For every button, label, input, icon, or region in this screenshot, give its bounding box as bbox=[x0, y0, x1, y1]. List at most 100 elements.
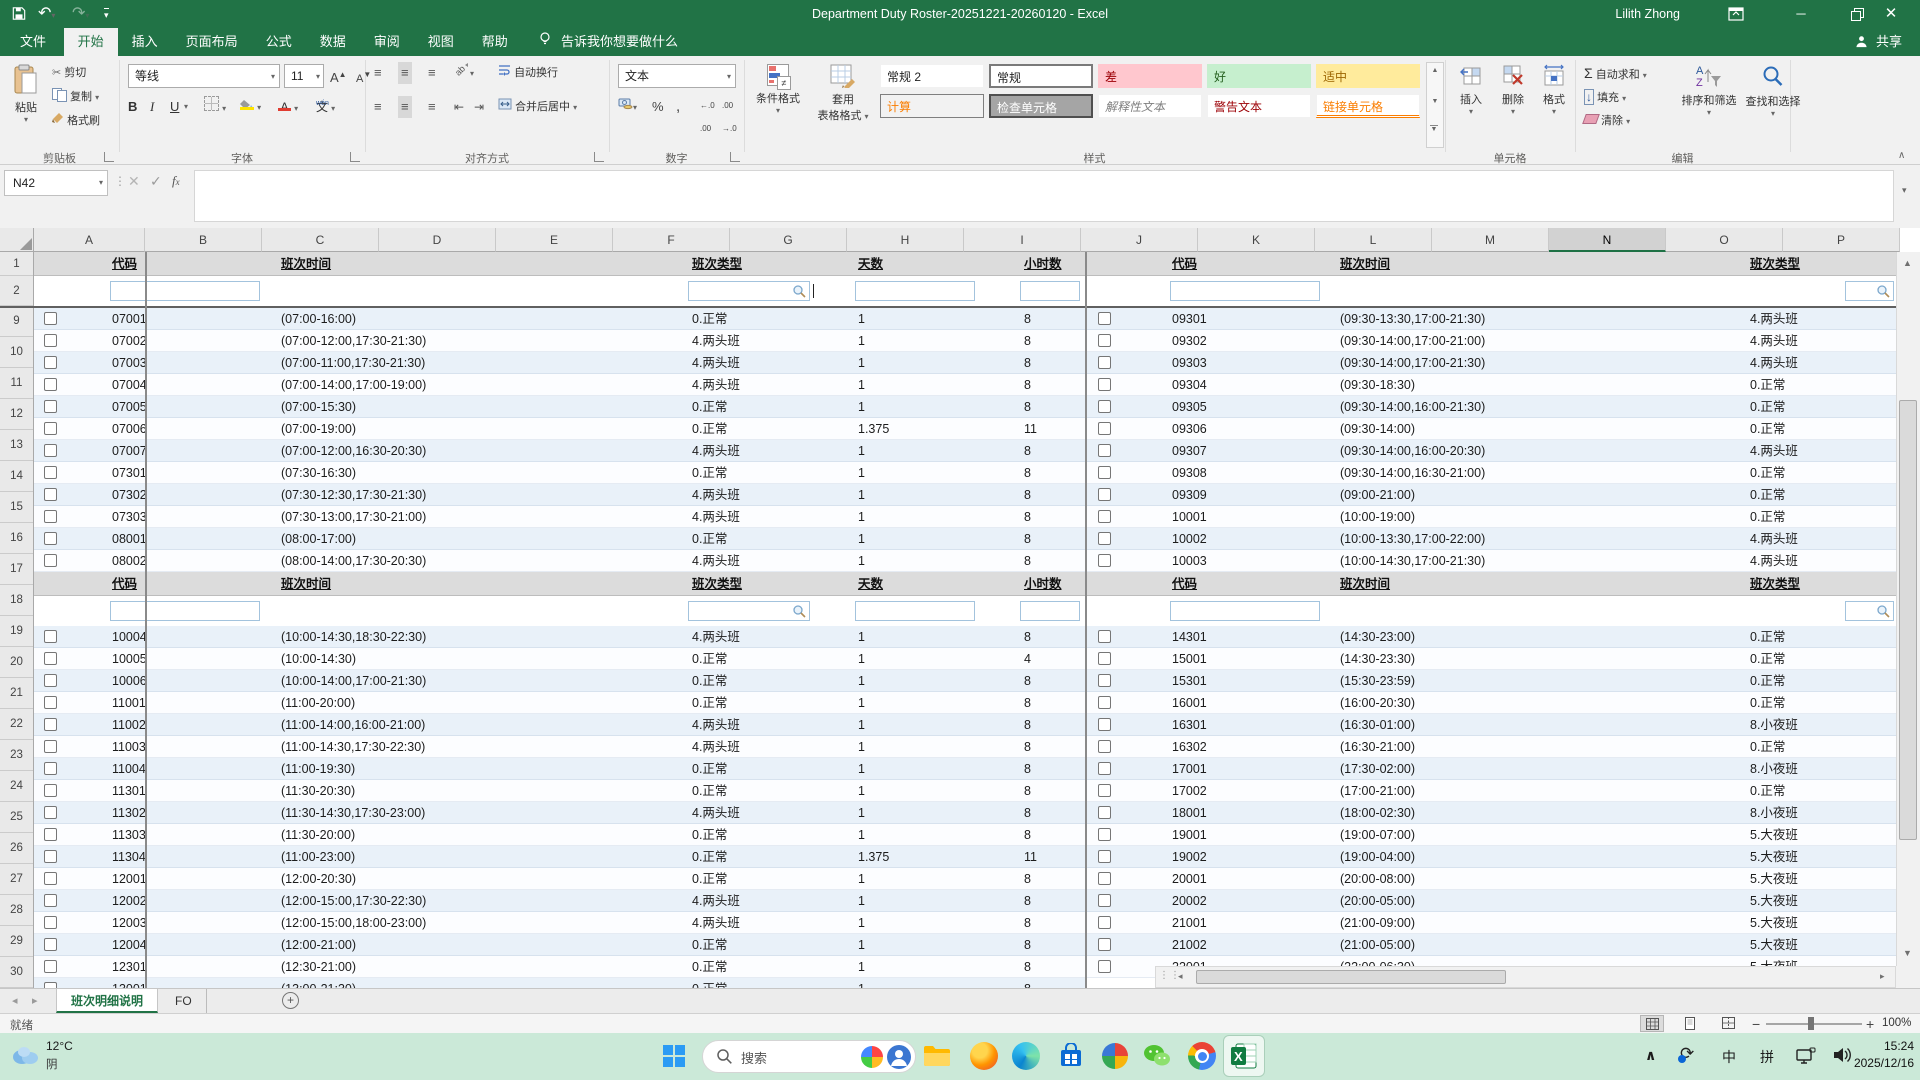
cell[interactable]: (11:00-19:30) bbox=[281, 758, 355, 780]
cell[interactable]: 11001 bbox=[112, 692, 146, 714]
cell[interactable]: (09:30-14:00,16:00-20:30) bbox=[1340, 440, 1485, 462]
cell[interactable]: 0.正常 bbox=[692, 308, 727, 330]
cell[interactable]: (10:00-19:00) bbox=[1340, 506, 1415, 528]
tray-network-icon[interactable] bbox=[1796, 1047, 1816, 1070]
conditional-formatting-button[interactable]: ≠ 条件格式▾ bbox=[750, 60, 806, 115]
cell[interactable]: (07:00-12:00,17:30-21:30) bbox=[281, 330, 426, 352]
cell[interactable]: (17:00-21:00) bbox=[1340, 780, 1415, 802]
cell[interactable]: 0.正常 bbox=[1750, 626, 1785, 648]
cell[interactable]: 07001 bbox=[112, 308, 147, 330]
align-left-button[interactable]: ≡ bbox=[374, 96, 382, 118]
cell[interactable]: 16302 bbox=[1172, 736, 1207, 758]
view-page-break-button[interactable] bbox=[1716, 1015, 1740, 1032]
row-number-12[interactable]: 12 bbox=[0, 399, 33, 430]
cell[interactable]: (07:00-15:30) bbox=[281, 396, 356, 418]
cell[interactable]: 8 bbox=[1024, 330, 1031, 352]
sheet-nav-left-icon[interactable]: ◂ bbox=[12, 994, 18, 1007]
column-header-C[interactable]: C bbox=[262, 228, 379, 252]
align-right-button[interactable]: ≡ bbox=[428, 96, 436, 118]
cell[interactable]: 12003 bbox=[112, 912, 147, 934]
cell[interactable]: 1 bbox=[858, 692, 865, 714]
cell[interactable]: (19:00-04:00) bbox=[1340, 846, 1415, 868]
row-checkbox[interactable] bbox=[1098, 696, 1111, 709]
column-header-N[interactable]: N bbox=[1549, 228, 1666, 252]
cell[interactable]: 10004 bbox=[112, 626, 147, 648]
row-checkbox[interactable] bbox=[1098, 312, 1111, 325]
close-button[interactable]: ✕ bbox=[1874, 0, 1908, 28]
cell[interactable]: 09306 bbox=[1172, 418, 1207, 440]
share-button[interactable]: 共享 bbox=[1855, 28, 1902, 56]
cell[interactable]: 15301 bbox=[1172, 670, 1207, 692]
cell[interactable]: 1 bbox=[858, 934, 865, 956]
cell[interactable]: 1 bbox=[858, 758, 865, 780]
row-checkbox[interactable] bbox=[1098, 916, 1111, 929]
style-计算[interactable]: 计算 bbox=[880, 94, 984, 118]
cell[interactable]: (12:00-15:00,17:30-22:30) bbox=[281, 890, 426, 912]
taskbar-app-edge[interactable] bbox=[1008, 1038, 1044, 1074]
row-checkbox[interactable] bbox=[44, 630, 57, 643]
restore-button[interactable] bbox=[1851, 8, 1864, 26]
tab-file[interactable]: 文件 bbox=[6, 28, 60, 56]
cell[interactable]: 07002 bbox=[112, 330, 147, 352]
borders-button[interactable]: ▾ bbox=[204, 96, 226, 118]
zoom-out-button[interactable]: − bbox=[1752, 1016, 1760, 1032]
cell[interactable]: (18:00-02:30) bbox=[1340, 802, 1415, 824]
decrease-decimal-button[interactable]: .00→.0 bbox=[722, 94, 737, 116]
row-number-26[interactable]: 26 bbox=[0, 833, 33, 864]
copy-button[interactable]: 复制 ▾ bbox=[52, 86, 99, 108]
cell[interactable]: 0.正常 bbox=[1750, 418, 1785, 440]
cell[interactable]: (11:30-14:30,17:30-23:00) bbox=[281, 802, 425, 824]
cell[interactable]: 1 bbox=[858, 626, 865, 648]
cell[interactable]: 8 bbox=[1024, 550, 1031, 572]
cell[interactable]: 1 bbox=[858, 506, 865, 528]
row-number-30[interactable]: 30 bbox=[0, 957, 33, 988]
cell[interactable]: 0.正常 bbox=[1750, 374, 1785, 396]
taskbar-search-box[interactable]: 搜索 bbox=[702, 1040, 916, 1073]
ribbon-tab-数据[interactable]: 数据 bbox=[306, 28, 360, 56]
freeze-column-split-line[interactable] bbox=[145, 252, 147, 988]
cell[interactable]: (20:00-05:00) bbox=[1340, 890, 1415, 912]
row-number-19[interactable]: 19 bbox=[0, 616, 33, 647]
cell[interactable]: 4.两头班 bbox=[1750, 440, 1798, 462]
taskbar-app-chrome[interactable] bbox=[1184, 1038, 1220, 1074]
row-checkbox[interactable] bbox=[44, 422, 57, 435]
row-checkbox[interactable] bbox=[44, 828, 57, 841]
cell[interactable]: 4.两头班 bbox=[1750, 308, 1798, 330]
cell[interactable]: (09:30-14:00,16:30-21:00) bbox=[1340, 462, 1485, 484]
clipboard-dialog-launcher[interactable] bbox=[104, 152, 114, 162]
cell[interactable]: 4.两头班 bbox=[692, 802, 740, 824]
scroll-right-icon[interactable]: ▸ bbox=[1880, 971, 1885, 982]
cell[interactable]: 4.两头班 bbox=[1750, 528, 1798, 550]
row-checkbox[interactable] bbox=[44, 938, 57, 951]
cell[interactable]: 1 bbox=[858, 868, 865, 890]
cell[interactable]: 8 bbox=[1024, 308, 1031, 330]
cell[interactable]: 0.正常 bbox=[1750, 648, 1785, 670]
cell[interactable]: 8 bbox=[1024, 802, 1031, 824]
filter-input-type-right[interactable] bbox=[1845, 281, 1894, 301]
cell[interactable]: 11302 bbox=[112, 802, 146, 824]
cell[interactable]: 0.正常 bbox=[692, 780, 727, 802]
row-checkbox[interactable] bbox=[44, 554, 57, 567]
tray-overflow-icon[interactable]: ∧ bbox=[1645, 1047, 1656, 1064]
row-number-18[interactable]: 18 bbox=[0, 585, 33, 616]
cell[interactable]: (16:30-21:00) bbox=[1340, 736, 1415, 758]
row-number-23[interactable]: 23 bbox=[0, 740, 33, 771]
row-checkbox[interactable] bbox=[44, 806, 57, 819]
row-checkbox[interactable] bbox=[1098, 356, 1111, 369]
cell[interactable]: 0.正常 bbox=[692, 462, 727, 484]
filter-input-code[interactable] bbox=[110, 601, 260, 621]
row-checkbox[interactable] bbox=[1098, 740, 1111, 753]
taskbar-app-wechat[interactable] bbox=[1139, 1038, 1175, 1074]
cell[interactable]: 1 bbox=[858, 440, 865, 462]
cell[interactable]: 0.正常 bbox=[1750, 506, 1785, 528]
row-checkbox[interactable] bbox=[1098, 488, 1111, 501]
style-差[interactable]: 差 bbox=[1098, 64, 1202, 88]
cell[interactable]: 1 bbox=[858, 352, 865, 374]
cell[interactable]: 19002 bbox=[1172, 846, 1207, 868]
cell[interactable]: 12002 bbox=[112, 890, 147, 912]
cell[interactable]: (09:30-14:00) bbox=[1340, 418, 1415, 440]
cell[interactable]: 11004 bbox=[112, 758, 146, 780]
cell[interactable]: 8 bbox=[1024, 824, 1031, 846]
phonetic-button[interactable]: wén文 ▾ bbox=[316, 96, 335, 118]
sheet-nav-right-icon[interactable]: ▸ bbox=[32, 994, 38, 1007]
